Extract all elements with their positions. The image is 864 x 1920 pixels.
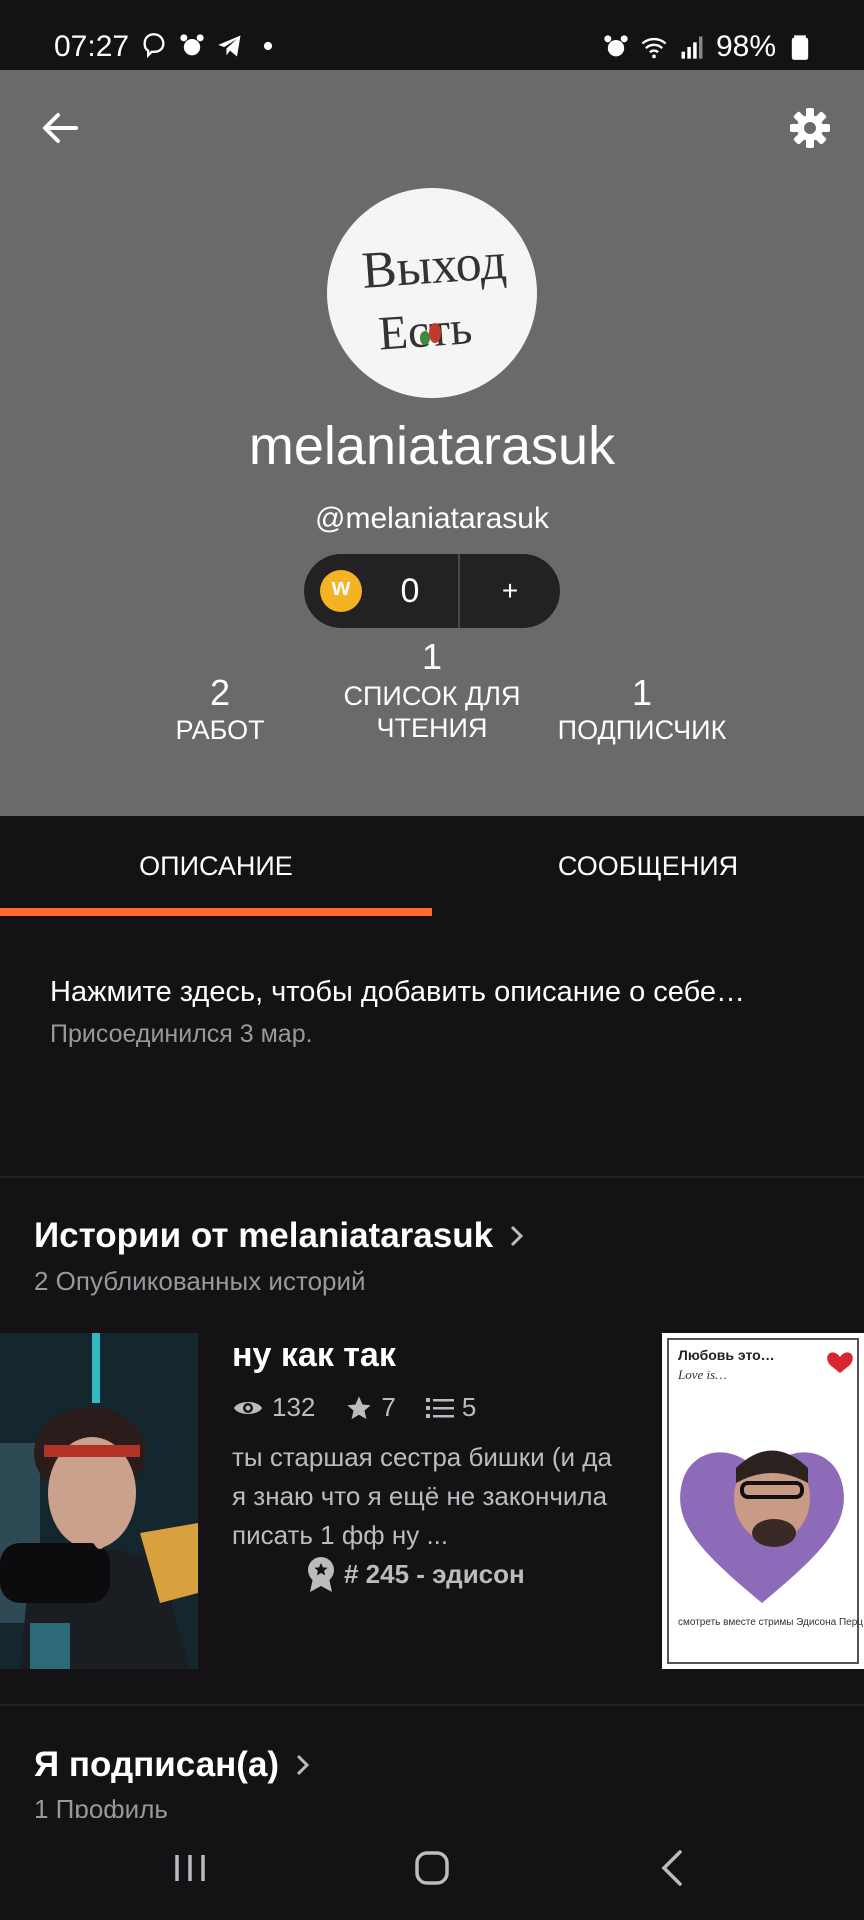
following-title-text: Я подписан(а)	[34, 1745, 280, 1784]
status-left-icons	[140, 32, 282, 60]
alarm-icon	[604, 35, 628, 57]
chevron-right-icon	[297, 1754, 310, 1776]
alarm-icon	[180, 34, 204, 56]
recent-apps-icon[interactable]	[160, 1838, 220, 1898]
stat-works-label: РАБОТ	[175, 715, 265, 745]
story-parts-value: 5	[461, 1392, 477, 1422]
about-section[interactable]: Нажмите здесь, чтобы добавить описание о…	[50, 970, 770, 1049]
tab-active-indicator	[0, 908, 432, 916]
eye-icon	[234, 1401, 262, 1414]
battery-percent: 98%	[715, 30, 776, 63]
following-section-title[interactable]: Я подписан(а)	[34, 1745, 313, 1785]
back-nav-icon[interactable]	[644, 1838, 704, 1898]
svg-text:Выход: Выход	[360, 233, 508, 300]
stat-followers-value: 1	[631, 672, 653, 713]
star-icon	[347, 1395, 372, 1419]
gear-icon[interactable]	[786, 104, 834, 152]
viber-icon	[143, 33, 165, 59]
coin-balance[interactable]: 0 +	[304, 554, 560, 628]
profile-handle: @melaniatarasuk	[315, 502, 549, 535]
story-votes: 7	[345, 1392, 396, 1423]
chevron-right-icon	[511, 1225, 524, 1247]
profile-header: Выход Есть melaniatarasuk @melaniatarasu…	[0, 70, 864, 816]
coin-value: 0	[400, 571, 420, 610]
stat-reading-list-label: СПИСОК ДЛЯ ЧТЕНИЯ	[343, 681, 521, 743]
battery-icon	[791, 35, 809, 60]
stat-reading-list-value: 1	[421, 636, 443, 677]
coin-icon	[320, 570, 362, 612]
stat-reading-list[interactable]: 1 СПИСОК ДЛЯ ЧТЕНИЯ	[322, 636, 542, 744]
profile-username: melaniatarasuk	[248, 416, 616, 476]
stat-followers-label: ПОДПИСЧИК	[557, 715, 727, 745]
story-rank[interactable]: # 245 - эдисон	[306, 1556, 525, 1592]
stat-works[interactable]: 2 РАБОТ	[110, 660, 330, 746]
wifi-icon	[641, 37, 667, 59]
story-cover-second[interactable]: Любовь это… Love is… смотреть вместе стр…	[662, 1333, 864, 1669]
about-prompt[interactable]: Нажмите здесь, чтобы добавить описание о…	[50, 970, 770, 1014]
story-rank-text: # 245 - эдисон	[344, 1558, 525, 1589]
section-divider	[0, 1176, 864, 1178]
dot-icon	[263, 41, 273, 51]
profile-tabs: ОПИСАНИЕ СООБЩЕНИЯ	[0, 816, 864, 916]
cover2-caption: смотреть вместе стримы Эдисона Перц	[678, 1617, 864, 1628]
cover2-subtitle: Love is…	[678, 1367, 727, 1382]
story-description: ты старшая сестра бишки (и да я знаю что…	[232, 1442, 612, 1550]
stories-section-title[interactable]: Истории от melaniatarasuk	[34, 1216, 527, 1256]
story-views: 132	[232, 1392, 315, 1423]
ribbon-badge-icon	[308, 1557, 334, 1592]
tab-messages[interactable]: СООБЩЕНИЯ	[432, 816, 864, 916]
stat-followers[interactable]: 1 ПОДПИСЧИК	[532, 660, 752, 746]
profile-stats: 2 РАБОТ 1 СПИСОК ДЛЯ ЧТЕНИЯ 1 ПОДПИСЧИК	[0, 636, 864, 800]
status-time: 07:27	[54, 30, 130, 63]
story-cover-image[interactable]	[0, 1333, 198, 1669]
story-cover-artwork	[0, 1333, 198, 1669]
add-coins-button[interactable]: +	[460, 575, 560, 607]
cover2-title: Любовь это…	[678, 1347, 775, 1363]
stories-title-text: Истории от melaniatarasuk	[34, 1216, 494, 1255]
svg-text:Есть: Есть	[377, 301, 474, 360]
story-stats: 132 7 5	[232, 1392, 506, 1423]
status-bar: 07:27 98%	[0, 0, 864, 70]
avatar-artwork: Выход Есть	[360, 233, 508, 361]
telegram-icon	[218, 35, 241, 57]
story-title[interactable]: ну как так	[232, 1336, 396, 1375]
list-icon	[425, 1397, 454, 1418]
story-votes-value: 7	[381, 1392, 396, 1422]
stat-works-value: 2	[209, 672, 231, 713]
story-parts: 5	[425, 1392, 477, 1423]
back-arrow-icon[interactable]	[36, 104, 84, 152]
signal-icon	[681, 36, 703, 59]
system-nav-bar	[0, 1818, 864, 1920]
stories-subtitle: 2 Опубликованных историй	[34, 1266, 366, 1296]
joined-date: Присоединился 3 мар.	[50, 1020, 313, 1048]
home-icon[interactable]	[402, 1838, 462, 1898]
tab-about[interactable]: ОПИСАНИЕ	[0, 816, 432, 916]
section-divider	[0, 1704, 864, 1706]
status-right: 98%	[602, 30, 814, 64]
avatar[interactable]: Выход Есть	[327, 188, 537, 398]
story-views-value: 132	[272, 1392, 316, 1422]
